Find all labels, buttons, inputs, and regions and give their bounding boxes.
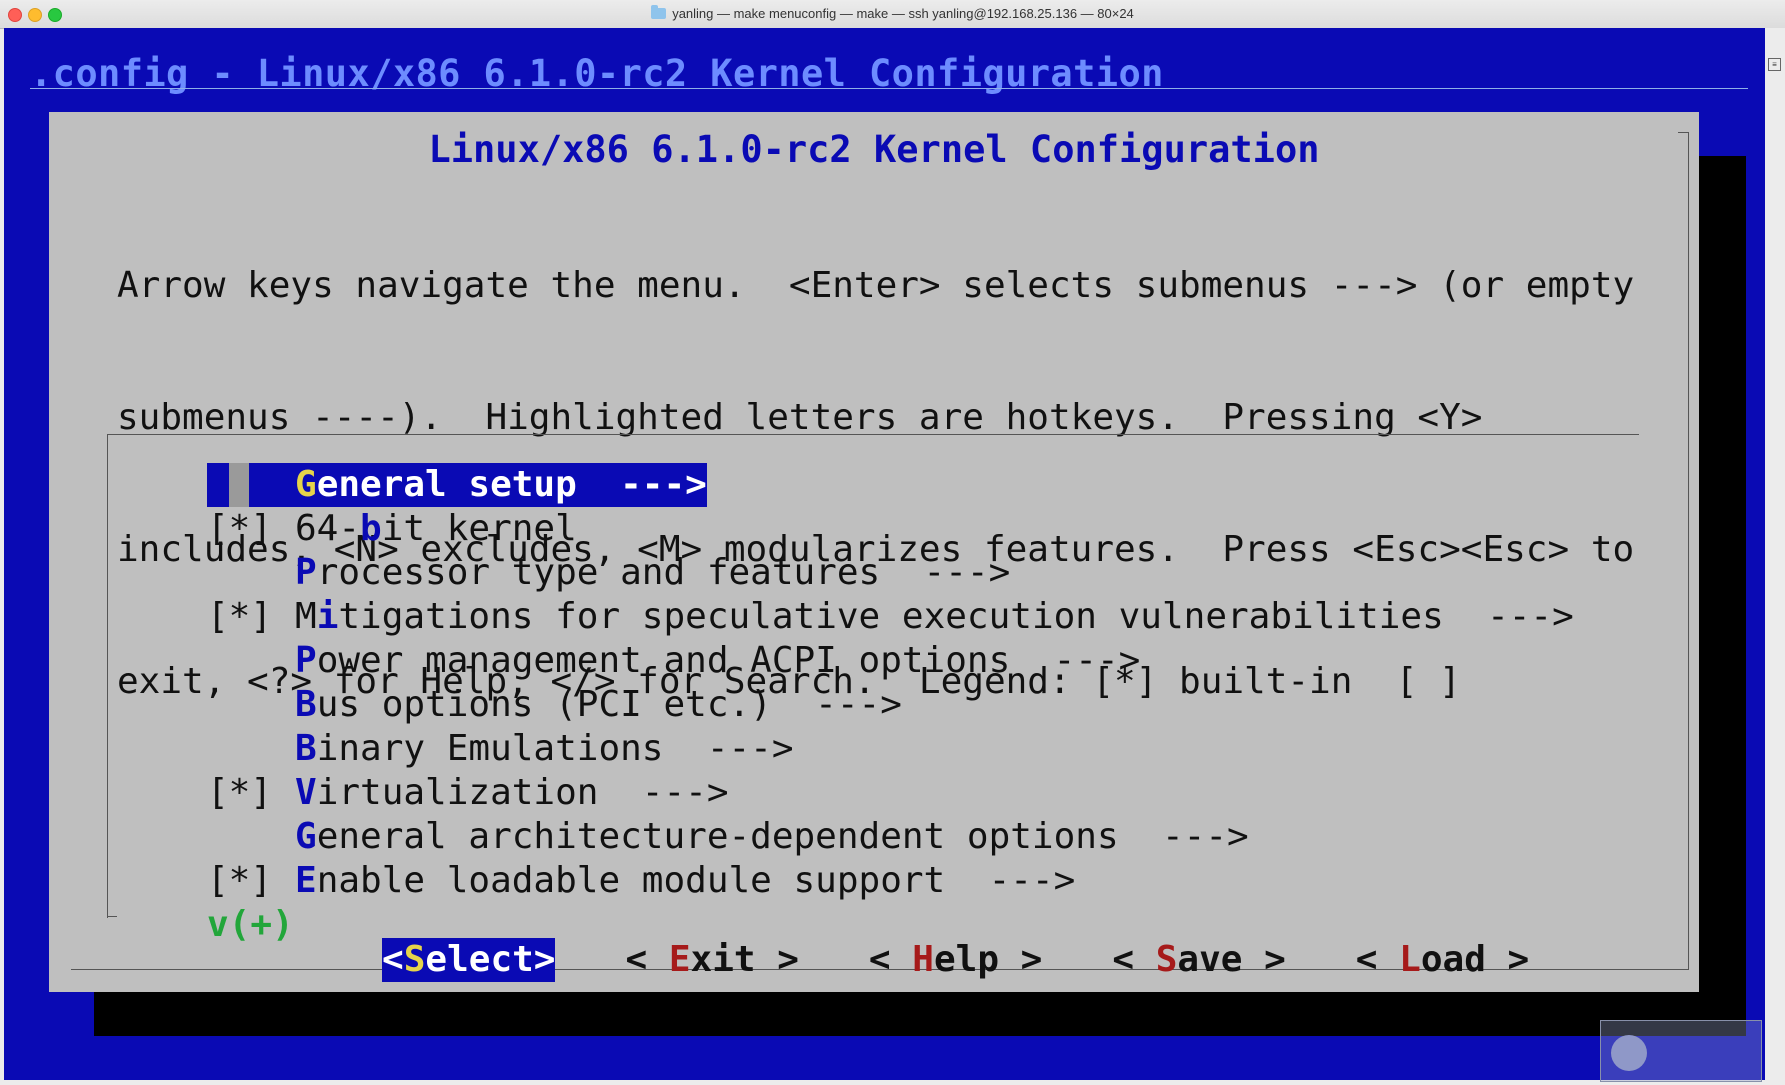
menu-list: General setup ---> [*] 64-bit kernel Pro…: [207, 463, 1574, 947]
menu-item-prefix: [*]: [207, 772, 294, 813]
menu-item-virtualization[interactable]: [*] Virtualization --->: [207, 771, 1574, 815]
menu-item-label: ower management and ACPI options --->: [316, 640, 1141, 681]
button-bracket-right: >: [999, 939, 1043, 980]
exit-button[interactable]: < Exit >: [625, 938, 798, 982]
button-bracket-left: <: [382, 939, 404, 980]
help-line: Arrow keys navigate the menu. <Enter> se…: [117, 265, 1635, 306]
hotkey-letter: B: [295, 728, 317, 769]
close-window-button[interactable]: [8, 8, 22, 22]
button-label: xit: [690, 939, 756, 980]
dialog-title: Linux/x86 6.1.0-rc2 Kernel Configuration: [428, 128, 1320, 171]
button-bracket-right: >: [1242, 939, 1286, 980]
button-bracket-left: <: [625, 939, 669, 980]
zoom-window-button[interactable]: [48, 8, 62, 22]
menu-item-bus-options[interactable]: Bus options (PCI etc.) --->: [207, 683, 1574, 727]
button-bracket-left: <: [1112, 939, 1156, 980]
menu-item-label: irtualization --->: [316, 772, 729, 813]
scroll-marker-icon[interactable]: ≡: [1768, 58, 1781, 71]
menu-item-label-pre: M: [295, 596, 317, 637]
hotkey-letter: P: [295, 552, 317, 593]
menu-box-corner: [107, 916, 117, 917]
overlay-widget: [1600, 1020, 1762, 1082]
menu-item-label-pre: 64-: [295, 508, 361, 549]
help-button[interactable]: < Help >: [869, 938, 1042, 982]
menu-item-label: it kernel: [381, 508, 577, 549]
button-bar: <Select> < Exit > < Help > < Save > < Load >: [252, 894, 1599, 1026]
hotkey-letter: V: [295, 772, 317, 813]
menu-item-power-management[interactable]: Power management and ACPI options --->: [207, 639, 1574, 683]
terminal-scrollbar[interactable]: ≡: [1765, 28, 1785, 1080]
menu-item-label: inary Emulations --->: [316, 728, 794, 769]
menu-item-label: eneral architecture-dependent options --…: [316, 816, 1249, 857]
hotkey-letter: L: [1399, 939, 1421, 980]
menu-item-label: rocessor type and features --->: [316, 552, 1011, 593]
select-button[interactable]: <Select>: [382, 938, 556, 982]
button-label: oad: [1420, 939, 1486, 980]
menu-item-prefix: [*]: [207, 596, 294, 637]
dialog-border-right: [1688, 794, 1689, 969]
menu-item-label: eneral setup --->: [316, 464, 707, 505]
avatar-icon: [1611, 1035, 1647, 1071]
hotkey-letter: B: [295, 684, 317, 725]
hotkey-letter: S: [403, 939, 426, 980]
hotkey-letter: G: [295, 816, 317, 857]
menu-item-prefix: [*]: [207, 508, 294, 549]
load-button[interactable]: < Load >: [1356, 938, 1529, 982]
window-titlebar: yanling — make menuconfig — make — ssh y…: [0, 0, 1785, 29]
menu-item-mitigations[interactable]: [*] Mitigations for speculative executio…: [207, 595, 1574, 639]
menuconfig-dialog: Linux/x86 6.1.0-rc2 Kernel Configuration…: [49, 112, 1699, 992]
menu-item-label: us options (PCI etc.) --->: [316, 684, 902, 725]
menu-item-general-setup[interactable]: General setup --->: [207, 463, 707, 507]
dialog-border: [1678, 132, 1689, 795]
hotkey-letter: i: [316, 596, 339, 637]
hotkey-letter: S: [1155, 939, 1178, 980]
button-bracket-right: >: [755, 939, 799, 980]
save-button[interactable]: < Save >: [1112, 938, 1285, 982]
button-label: ave: [1177, 939, 1243, 980]
button-label: elect: [425, 939, 534, 980]
button-bracket-right: >: [1485, 939, 1530, 980]
hotkey-letter: E: [668, 939, 691, 980]
button-bracket-right: >: [533, 939, 556, 980]
menu-item-label: tigations for speculative execution vuln…: [338, 596, 1574, 637]
button-label: elp: [933, 939, 999, 980]
hotkey-letter: H: [912, 939, 934, 980]
button-bracket-left: <: [868, 939, 913, 980]
hotkey-letter: G: [295, 464, 317, 505]
dialog-shadow-right: [1696, 156, 1746, 1036]
hotkey-letter: P: [295, 640, 317, 681]
terminal-screen[interactable]: .config - Linux/x86 6.1.0-rc2 Kernel Con…: [4, 28, 1765, 1080]
minimize-window-button[interactable]: [28, 8, 42, 22]
menu-item-binary-emulations[interactable]: Binary Emulations --->: [207, 727, 1574, 771]
button-bracket-left: <: [1355, 939, 1400, 980]
folder-icon: [651, 5, 667, 19]
menu-item-processor-type[interactable]: Processor type and features --->: [207, 551, 1574, 595]
menu-item-64-bit-kernel[interactable]: [*] 64-bit kernel: [207, 507, 1574, 551]
hotkey-letter: b: [360, 508, 382, 549]
header-divider: [30, 88, 1748, 89]
menu-item-general-arch-options[interactable]: General architecture-dependent options -…: [207, 815, 1574, 859]
cursor-block: [229, 463, 249, 507]
window-title: yanling — make menuconfig — make — ssh y…: [672, 6, 1134, 21]
